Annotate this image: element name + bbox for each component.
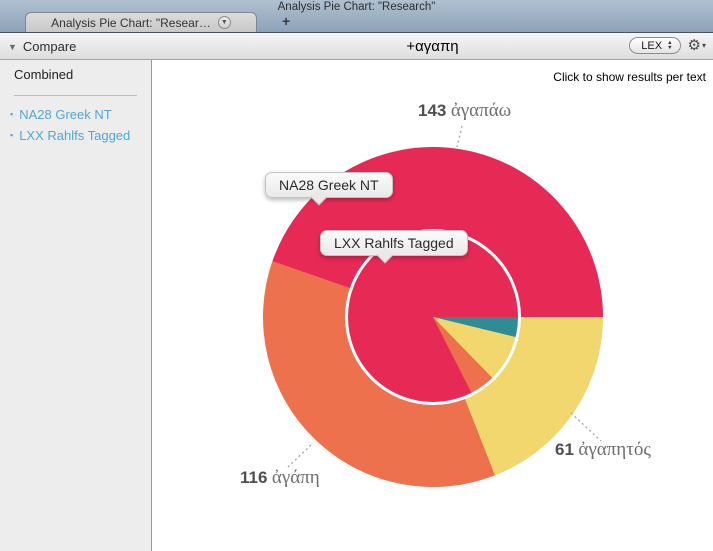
chart-pane: Click to show results per text 143 ἀγαπά… [152,60,713,551]
sidebar-item-na28[interactable]: ▪ NA28 Greek NT [10,107,151,122]
gear-icon: ⚙ [688,38,701,53]
sidebar-item-lxx[interactable]: ▪ LXX Rahlfs Tagged [10,128,151,143]
callout-lxx: LXX Rahlfs Tagged [320,230,468,256]
title-bar: Analysis Pie Chart: "Research" Analysis … [0,0,713,33]
leader-line-agape [288,445,311,467]
compare-section-header[interactable]: ▼ Compare [8,39,76,54]
chevron-down-icon: ▼ [221,19,228,26]
sidebar-divider [14,95,137,96]
leader-line-agapetos [571,413,601,441]
tab-analysis-pie-chart[interactable]: Analysis Pie Chart: "Resear… ▼ [25,12,257,32]
tab-menu-button[interactable]: ▼ [218,16,231,29]
sidebar: Combined ▪ NA28 Greek NT ▪ LXX Rahlfs Ta… [0,60,152,551]
bullet-icon: ▪ [10,131,13,140]
lex-label: LEX [641,40,662,52]
slice-count: 61 [555,440,574,459]
pie-chart[interactable] [152,60,713,551]
bullet-icon: ▪ [10,110,13,119]
slice-lemma: ἀγαπητός [578,439,651,460]
gear-menu-button[interactable]: ⚙ ▾ [688,38,706,53]
slice-count: 143 [418,101,446,120]
chevron-down-icon: ▾ [702,38,706,53]
sidebar-item-label: NA28 Greek NT [19,107,111,122]
disclosure-triangle-icon[interactable]: ▼ [8,42,17,52]
toolbar-right-controls: LEX ▲▼ ⚙ ▾ [629,37,706,54]
leader-line-agapao [457,126,462,147]
toolbar: ▼ Compare +αγαπη LEX ▲▼ ⚙ ▾ [0,33,713,60]
lex-dropdown[interactable]: LEX ▲▼ [629,37,680,54]
sidebar-header-combined[interactable]: Combined [14,67,151,82]
compare-label: Compare [23,39,76,54]
slice-lemma: ἀγάπη [272,467,320,488]
stepper-arrows-icon: ▲▼ [667,41,672,50]
slice-count: 116 [240,468,267,487]
sidebar-item-label: LXX Rahlfs Tagged [19,128,130,143]
new-tab-button[interactable]: + [282,13,290,29]
slice-lemma: ἀγαπάω [451,100,511,121]
slice-label-agapetos: 61 ἀγαπητός [555,439,651,461]
slice-label-agape: 116 ἀγάπη [240,467,320,489]
callout-na28: NA28 Greek NT [265,172,393,198]
slice-label-agapao: 143 ἀγαπάω [418,100,511,122]
tab-label: Analysis Pie Chart: "Resear… [51,16,211,30]
